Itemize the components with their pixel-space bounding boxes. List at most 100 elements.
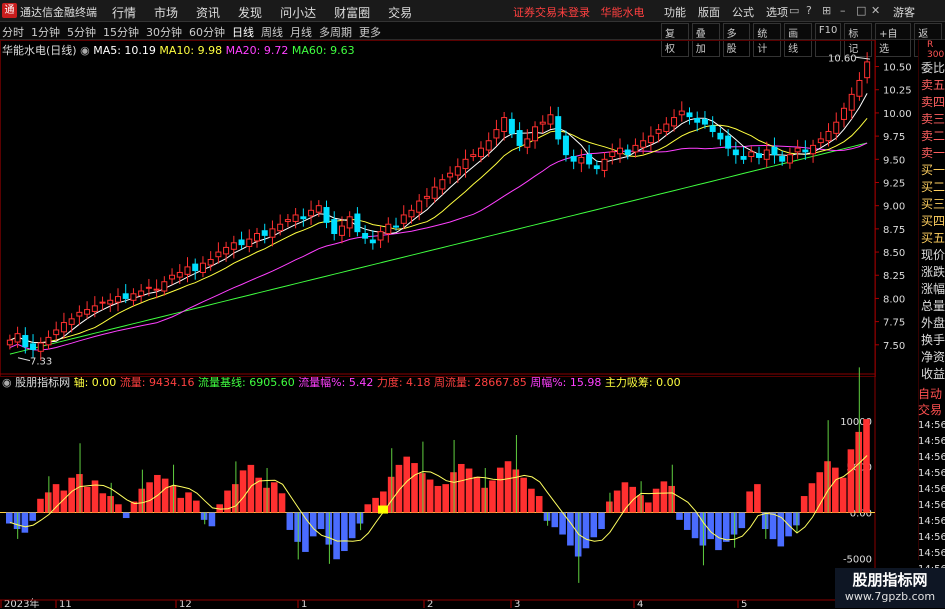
side-item-11[interactable]: 现价 <box>919 247 945 264</box>
side-item-2[interactable]: 卖四 <box>919 94 945 111</box>
candle-body <box>817 138 824 144</box>
period-tab-3[interactable]: 15分钟 <box>103 24 139 40</box>
right-menu-item-3[interactable]: 选项 <box>766 4 788 20</box>
candle-body <box>308 209 315 217</box>
flow-bar <box>715 512 722 551</box>
candle-body <box>763 149 770 160</box>
flow-bar <box>668 485 675 513</box>
price-tick-label: 10.50 <box>883 63 912 74</box>
side-item-14[interactable]: 总量 <box>919 298 945 315</box>
candle-body <box>238 239 245 246</box>
flow-bar <box>489 480 496 513</box>
menu-item-0[interactable]: 行情 <box>112 4 136 21</box>
auto-trade-label-2[interactable]: 交易 <box>918 402 945 418</box>
menu-item-4[interactable]: 问小达 <box>280 4 316 21</box>
period-tab-10[interactable]: 更多 <box>359 24 381 40</box>
menu-item-3[interactable]: 发现 <box>238 4 262 21</box>
side-item-0[interactable]: 委比 <box>919 60 945 77</box>
flow-bar <box>193 500 200 513</box>
side-item-17[interactable]: 净资 <box>919 349 945 366</box>
right-menu-item-0[interactable]: 功能 <box>664 4 686 20</box>
side-item-1[interactable]: 卖五 <box>919 77 945 94</box>
help-icon[interactable]: ? <box>806 4 812 17</box>
flow-bar <box>115 504 122 513</box>
period-tab-5[interactable]: 60分钟 <box>189 24 225 40</box>
right-menu-item-1[interactable]: 版面 <box>698 4 720 20</box>
period-tab-0[interactable]: 分时 <box>2 24 24 40</box>
flow-bar <box>839 477 847 513</box>
candle-body <box>833 121 840 134</box>
side-item-5[interactable]: 卖一 <box>919 145 945 162</box>
price-tick-label: 9.50 <box>883 155 905 166</box>
price-tick-label: 7.75 <box>883 318 905 329</box>
candle-body <box>454 166 461 176</box>
side-item-13[interactable]: 涨幅 <box>919 281 945 298</box>
side-item-6[interactable]: 买一 <box>919 162 945 179</box>
candle-body <box>640 140 647 148</box>
period-tab-7[interactable]: 周线 <box>261 24 283 40</box>
candle-body <box>732 149 739 156</box>
menu-item-6[interactable]: 交易 <box>388 4 412 21</box>
candle-body <box>145 286 152 289</box>
period-tab-2[interactable]: 5分钟 <box>67 24 96 40</box>
candle-body <box>292 214 299 222</box>
side-item-3[interactable]: 卖三 <box>919 111 945 128</box>
side-item-18[interactable]: 收益 <box>919 366 945 383</box>
side-item-4[interactable]: 卖二 <box>919 128 945 145</box>
flow-bar <box>645 502 652 513</box>
flow-bar <box>348 512 356 539</box>
period-tab-9[interactable]: 多周期 <box>319 24 352 40</box>
flow-bar <box>676 512 683 520</box>
auto-trade-label-1[interactable]: 自动 <box>918 386 945 402</box>
candle-body <box>153 288 160 291</box>
guest-label[interactable]: 游客 <box>893 4 915 20</box>
menu-item-1[interactable]: 市场 <box>154 4 178 21</box>
side-item-7[interactable]: 买二 <box>919 179 945 196</box>
right-menu-item-2[interactable]: 公式 <box>732 4 754 20</box>
flow-bar <box>730 512 738 535</box>
grid-icon[interactable]: ⊞ <box>822 4 831 17</box>
close-icon[interactable]: ✕ <box>871 4 880 17</box>
candle-body <box>756 153 763 158</box>
flow-bar <box>13 512 21 530</box>
flow-bar <box>208 512 216 527</box>
candle-body <box>717 132 724 140</box>
side-item-9[interactable]: 买四 <box>919 213 945 230</box>
maximize-icon[interactable]: □ <box>856 4 866 17</box>
flow-bar <box>83 486 91 513</box>
candle-body <box>547 114 554 125</box>
flow-bar <box>606 501 613 513</box>
flow-bar <box>37 498 44 513</box>
side-item-8[interactable]: 买三 <box>919 196 945 213</box>
flow-bar <box>138 488 146 513</box>
candle-body <box>230 242 237 250</box>
side-item-15[interactable]: 外盘 <box>919 315 945 332</box>
flow-bar <box>761 512 769 530</box>
side-item-10[interactable]: 买五 <box>919 230 945 247</box>
side-item-16[interactable]: 换手 <box>919 332 945 349</box>
login-notice-text[interactable]: 证券交易未登录 <box>513 6 590 19</box>
period-tab-1[interactable]: 1分钟 <box>31 24 60 40</box>
candle-body <box>22 335 29 348</box>
side-items: 委比 卖五 卖四 卖三 卖二 卖一 买一 买二 买三 买四 买五 现价 涨跌 涨幅 总量 外盘 换手 净资 收益 <box>919 60 945 383</box>
flow-bar <box>769 512 777 540</box>
price-tick-label: 10.25 <box>883 86 912 97</box>
auto-trade[interactable]: 自动 交易 14:56 14:56 14:56 14:56 14:56 14:56 14:5… <box>918 386 945 575</box>
period-tab-4[interactable]: 30分钟 <box>146 24 182 40</box>
flow-bar <box>325 512 333 545</box>
menu-item-5[interactable]: 财富圈 <box>334 4 370 21</box>
side-item-12[interactable]: 涨跌 <box>919 264 945 281</box>
trade-login-notice[interactable]: 证券交易未登录 华能水电 <box>513 4 645 20</box>
period-tab-8[interactable]: 月线 <box>290 24 312 40</box>
minimize-icon[interactable]: – <box>840 4 846 17</box>
flow-bar <box>372 497 379 513</box>
menu-item-2[interactable]: 资讯 <box>196 4 220 21</box>
period-tab-6[interactable]: 日线 <box>232 24 254 40</box>
window-icon[interactable]: ▭ <box>789 4 799 17</box>
stock-chart[interactable]: 10.50 10.25 10.00 9.75 9.50 9.25 9.00 8.75 8.50 8… <box>0 40 918 609</box>
candle-body <box>632 144 639 153</box>
time-label-0: 14:56 <box>918 420 945 431</box>
candle-body <box>508 118 515 134</box>
flow-bar <box>621 482 629 513</box>
candle-body <box>176 271 183 278</box>
